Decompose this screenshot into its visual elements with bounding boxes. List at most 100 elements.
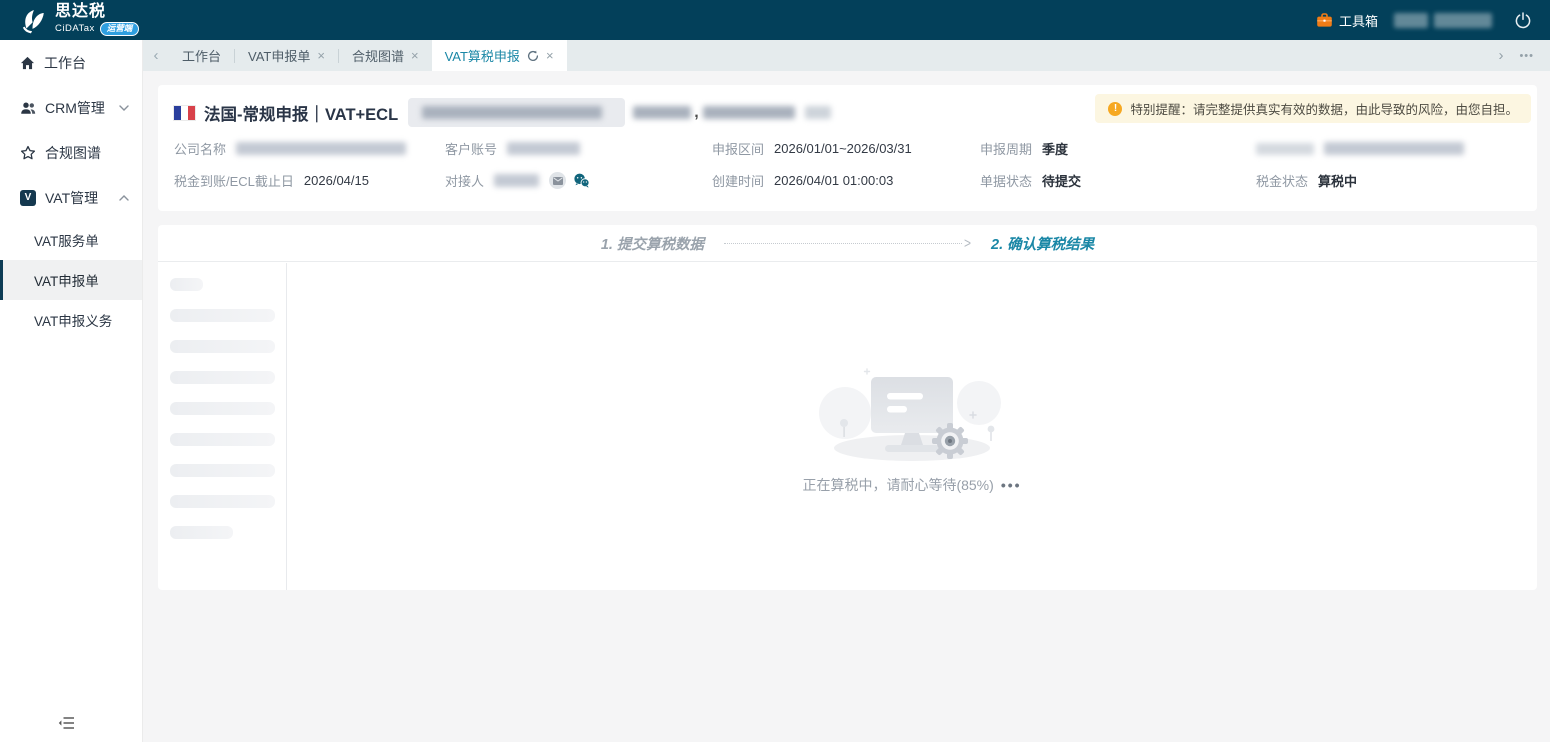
redacted-company-name	[236, 142, 406, 155]
skeleton-bar	[170, 278, 203, 291]
sidebar-item-vat-management[interactable]: V VAT管理	[0, 175, 142, 220]
special-reminder-banner: ! 特别提醒：请完整提供真实有效的数据，由此导致的风险，由您自担。	[1095, 94, 1531, 123]
tab-vat-declaration[interactable]: VAT申报单 ×	[235, 40, 338, 71]
loading-dots: •••	[1001, 477, 1022, 493]
arrow-right-icon: >	[964, 235, 971, 252]
computing-illustration	[807, 355, 1017, 467]
wechat-contact-button[interactable]	[573, 173, 590, 188]
declaration-header-card: 法国-常规申报｜VAT+ECL , ! 特别提醒：请完整提供真实有效的数据，由此…	[158, 85, 1537, 211]
chevron-up-icon	[119, 195, 129, 201]
vat-submenu: VAT服务单 VAT申报单 VAT申报义务	[0, 220, 142, 340]
current-user[interactable]	[1394, 13, 1492, 28]
field-doc-status: 单据状态 待提交	[980, 169, 1256, 192]
step-1-label: 1. 提交算税数据	[601, 233, 704, 254]
calc-progress-message: 正在算税中，请耐心等待(85%) •••	[287, 475, 1537, 495]
redacted-text	[633, 106, 691, 119]
redacted-user-name	[1434, 13, 1492, 28]
refresh-icon[interactable]	[527, 50, 539, 62]
toolbox-button[interactable]: 工具箱	[1316, 11, 1378, 30]
home-icon	[20, 56, 35, 70]
skeleton-bar	[170, 340, 275, 353]
sidebar-item-label: CRM管理	[45, 98, 105, 118]
field-label: 对接人	[445, 171, 484, 190]
email-contact-button[interactable]	[549, 172, 566, 189]
calc-progress-panel: 正在算税中，请耐心等待(85%) •••	[287, 263, 1537, 590]
redacted-text	[422, 106, 602, 119]
chevron-down-icon	[119, 105, 129, 111]
vat-icon: V	[20, 190, 36, 206]
title-comma: ,	[694, 104, 698, 122]
tabs-scroll-left-button[interactable]: ‹	[143, 40, 169, 71]
tabs-scroll-right-button[interactable]: ›	[1498, 47, 1503, 64]
sidebar-item-workbench[interactable]: 工作台	[0, 40, 142, 85]
step-connector: >	[724, 236, 971, 250]
status-badge: 待提交	[1042, 171, 1081, 190]
sidebar-item-label: VAT管理	[45, 188, 98, 208]
field-value: 2026/01/01~2026/03/31	[774, 141, 912, 156]
sidebar-item-crm[interactable]: CRM管理	[0, 85, 142, 130]
main-content: 法国-常规申报｜VAT+ECL , ! 特别提醒：请完整提供真实有效的数据，由此…	[143, 71, 1550, 742]
field-declaration-cycle: 申报周期 季度	[980, 137, 1256, 160]
field-tax-status: 税金状态 算税中	[1256, 169, 1521, 192]
field-value: 2026/04/15	[304, 173, 369, 188]
skeleton-bar	[170, 526, 233, 539]
redacted-user-avatar	[1394, 13, 1428, 28]
field-contact-person: 对接人	[445, 169, 712, 192]
collapse-sidebar-button[interactable]	[58, 716, 75, 730]
env-badge: 运营端	[100, 22, 140, 36]
field-value: 2026/04/01 01:00:03	[774, 173, 893, 188]
redacted-value	[1324, 142, 1464, 155]
sidebar: 工作台 CRM管理 合规图谱 V VAT管理 VAT服务单	[0, 40, 143, 742]
power-icon	[1514, 11, 1532, 29]
steps-header: 1. 提交算税数据 > 2. 确认算税结果	[158, 225, 1537, 262]
status-badge: 算税中	[1318, 171, 1357, 190]
field-label: 公司名称	[174, 139, 226, 158]
sidebar-item-vat-obligation[interactable]: VAT申报义务	[0, 300, 142, 340]
cidatax-logo-icon	[18, 5, 48, 35]
tab-vat-tax-calc[interactable]: VAT算税申报 ×	[432, 40, 567, 71]
close-icon[interactable]: ×	[317, 49, 325, 62]
sidebar-item-label: 合规图谱	[45, 143, 101, 163]
tab-label: VAT申报单	[248, 46, 310, 65]
field-label: 申报周期	[980, 139, 1032, 158]
toolbox-label: 工具箱	[1339, 11, 1378, 30]
close-icon[interactable]: ×	[546, 49, 554, 62]
field-tax-due-date: 税金到账/ECL截止日 2026/04/15	[174, 169, 445, 192]
tab-workbench[interactable]: 工作台	[169, 40, 234, 71]
sidebar-item-compliance-map[interactable]: 合规图谱	[0, 130, 142, 175]
redacted-text	[703, 106, 795, 119]
step-2-label: 2. 确认算税结果	[991, 233, 1094, 254]
field-company-name: 公司名称	[174, 137, 445, 160]
brand: 思达税 CiDATax 运营端	[18, 4, 139, 36]
toolbox-icon	[1316, 12, 1333, 28]
field-label: 税金状态	[1256, 171, 1308, 190]
app-name: 思达税	[55, 4, 139, 20]
redacted-text	[805, 106, 831, 119]
tabs-more-button[interactable]: •••	[1519, 50, 1534, 62]
redacted-contact-name	[494, 174, 539, 187]
sidebar-item-label: 工作台	[44, 53, 86, 73]
declaration-title: 法国-常规申报｜VAT+ECL	[204, 101, 398, 125]
skeleton-bar	[170, 495, 275, 508]
loading-skeleton-panel	[158, 263, 287, 590]
tab-bar: ‹ 工作台 VAT申报单 × 合规图谱 × VAT算税申报 × › •••	[143, 40, 1550, 71]
sidebar-item-vat-service-order[interactable]: VAT服务单	[0, 220, 142, 260]
menu-fold-icon	[58, 716, 75, 730]
field-label: 申报区间	[712, 139, 764, 158]
field-customer-account: 客户账号	[445, 137, 712, 160]
field-value: 季度	[1042, 139, 1068, 158]
top-header: 思达税 CiDATax 运营端 工具箱	[0, 0, 1550, 40]
skeleton-bar	[170, 402, 275, 415]
logout-button[interactable]	[1514, 11, 1532, 29]
sidebar-item-vat-declaration[interactable]: VAT申报单	[0, 260, 142, 300]
redacted-account	[507, 142, 580, 155]
close-icon[interactable]: ×	[411, 49, 419, 62]
mail-icon	[553, 177, 563, 185]
declaration-info-grid: 公司名称 客户账号 申报区间 2026/01/01~2026/03/31 申报周…	[174, 137, 1521, 192]
progress-text: 正在算税中，请耐心等待(85%)	[802, 477, 993, 493]
skeleton-bar	[170, 433, 275, 446]
tab-label: 工作台	[182, 46, 221, 65]
tab-compliance-map[interactable]: 合规图谱 ×	[339, 40, 432, 71]
users-icon	[20, 101, 36, 115]
reminder-text: 特别提醒：请完整提供真实有效的数据，由此导致的风险，由您自担。	[1130, 99, 1518, 118]
